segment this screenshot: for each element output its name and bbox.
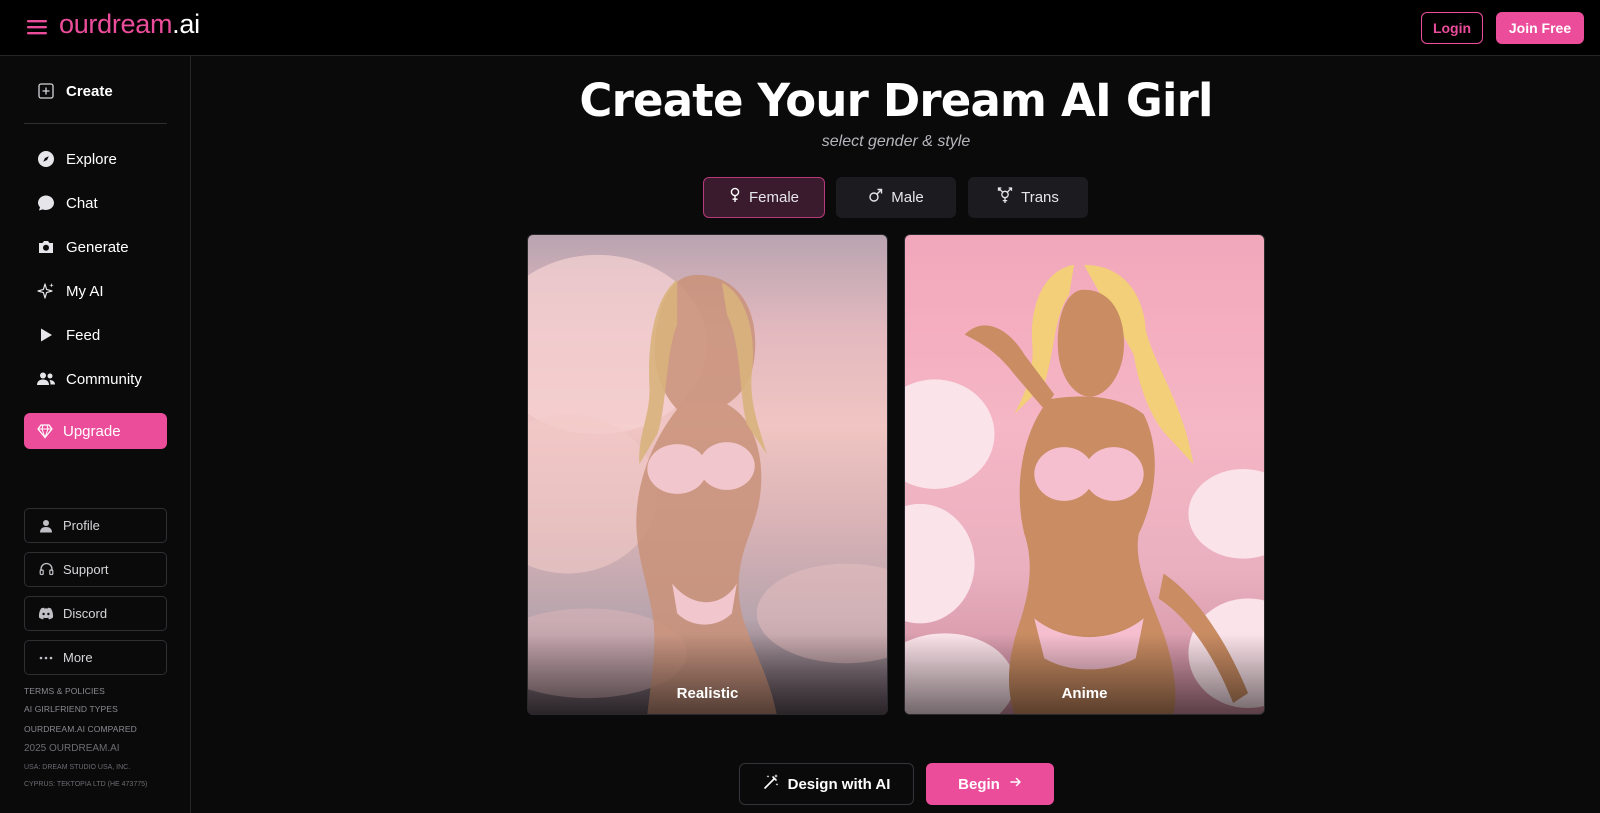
sidebar-item-label: Generate bbox=[66, 238, 129, 256]
discord-button[interactable]: Discord bbox=[24, 596, 167, 631]
design-with-ai-button[interactable]: Design with AI bbox=[739, 763, 914, 805]
play-icon bbox=[36, 325, 56, 345]
magic-wand-icon bbox=[763, 773, 780, 795]
compass-icon bbox=[36, 149, 56, 169]
card-shade bbox=[528, 634, 887, 714]
transgender-symbol-icon bbox=[997, 186, 1013, 209]
girlfriend-types-link[interactable]: AI GIRLFRIEND TYPES bbox=[24, 704, 118, 714]
diamond-icon bbox=[37, 423, 53, 439]
support-button[interactable]: Support bbox=[24, 552, 167, 587]
discord-label: Discord bbox=[63, 606, 108, 621]
sidebar-item-explore[interactable]: Explore bbox=[24, 141, 167, 177]
tab-male[interactable]: Male bbox=[836, 177, 956, 218]
legal-cyprus-text: CYPRUS: TEKTOPIA LTD (HE 473775) bbox=[24, 781, 148, 788]
sidebar-item-label: Create bbox=[66, 82, 113, 100]
profile-button[interactable]: Profile bbox=[24, 508, 167, 543]
user-icon bbox=[38, 518, 54, 534]
male-symbol-icon bbox=[868, 188, 883, 208]
tab-trans-label: Trans bbox=[1021, 189, 1059, 206]
arrow-right-icon bbox=[1010, 775, 1022, 793]
sidebar-item-chat[interactable]: Chat bbox=[24, 185, 167, 221]
sidebar-item-label: My AI bbox=[66, 282, 104, 300]
camera-icon bbox=[36, 237, 56, 257]
tab-male-label: Male bbox=[891, 189, 924, 206]
logo-tld: .ai bbox=[172, 9, 200, 39]
page-subtitle: select gender & style bbox=[821, 133, 971, 150]
headset-icon bbox=[38, 562, 54, 578]
sidebar-item-my-ai[interactable]: My AI bbox=[24, 273, 167, 309]
tab-trans[interactable]: Trans bbox=[968, 177, 1088, 218]
copyright-text: 2025 OURDREAM.AI bbox=[24, 743, 120, 754]
more-button[interactable]: More bbox=[24, 640, 167, 675]
discord-icon bbox=[38, 606, 54, 622]
style-card-anime[interactable]: Anime bbox=[904, 234, 1265, 715]
sidebar-divider bbox=[24, 123, 167, 124]
join-free-button[interactable]: Join Free bbox=[1496, 12, 1584, 44]
sidebar-item-label: Chat bbox=[66, 194, 98, 212]
users-icon bbox=[36, 369, 56, 389]
sidebar-item-label: Community bbox=[66, 370, 142, 388]
plus-square-icon bbox=[36, 81, 56, 101]
card-shade bbox=[905, 634, 1264, 714]
sidebar-item-label: Explore bbox=[66, 150, 117, 168]
sparkles-icon bbox=[36, 281, 56, 301]
upgrade-button[interactable]: Upgrade bbox=[24, 413, 167, 449]
begin-label: Begin bbox=[958, 775, 1000, 793]
sidebar-item-generate[interactable]: Generate bbox=[24, 229, 167, 265]
begin-button[interactable]: Begin bbox=[926, 763, 1054, 805]
page-title: Create Your Dream AI Girl bbox=[579, 74, 1213, 127]
hamburger-menu-icon[interactable] bbox=[26, 17, 50, 39]
style-card-realistic[interactable]: Realistic bbox=[527, 234, 888, 715]
tab-female-label: Female bbox=[748, 189, 800, 206]
legal-usa-text: USA: DREAM STUDIO USA, INC. bbox=[24, 764, 131, 771]
login-button[interactable]: Login bbox=[1421, 12, 1483, 44]
profile-label: Profile bbox=[63, 518, 100, 533]
terms-link[interactable]: TERMS & POLICIES bbox=[24, 686, 105, 696]
sidebar-item-label: Feed bbox=[66, 326, 101, 344]
sidebar-item-community[interactable]: Community bbox=[24, 361, 167, 397]
more-dots-icon bbox=[38, 650, 54, 666]
logo[interactable]: ourdream.ai bbox=[59, 9, 200, 40]
tab-female[interactable]: Female bbox=[703, 177, 825, 218]
female-symbol-icon bbox=[729, 187, 741, 208]
upgrade-label: Upgrade bbox=[63, 422, 121, 440]
style-label-realistic: Realistic bbox=[676, 685, 739, 702]
support-label: Support bbox=[63, 562, 109, 577]
style-label-anime: Anime bbox=[1061, 685, 1108, 702]
top-bar: ourdream.ai Login Join Free bbox=[0, 0, 1600, 56]
design-with-ai-label: Design with AI bbox=[787, 775, 891, 793]
sidebar-item-create[interactable]: Create bbox=[24, 73, 167, 109]
sidebar-item-feed[interactable]: Feed bbox=[24, 317, 167, 353]
logo-brand: ourdream bbox=[59, 9, 173, 39]
sidebar: Create Explore Chat Generate My AI Feed bbox=[0, 56, 191, 813]
chat-bubble-icon bbox=[36, 193, 56, 213]
compared-link[interactable]: OURDREAM.AI COMPARED bbox=[24, 724, 137, 734]
more-label: More bbox=[63, 650, 93, 665]
